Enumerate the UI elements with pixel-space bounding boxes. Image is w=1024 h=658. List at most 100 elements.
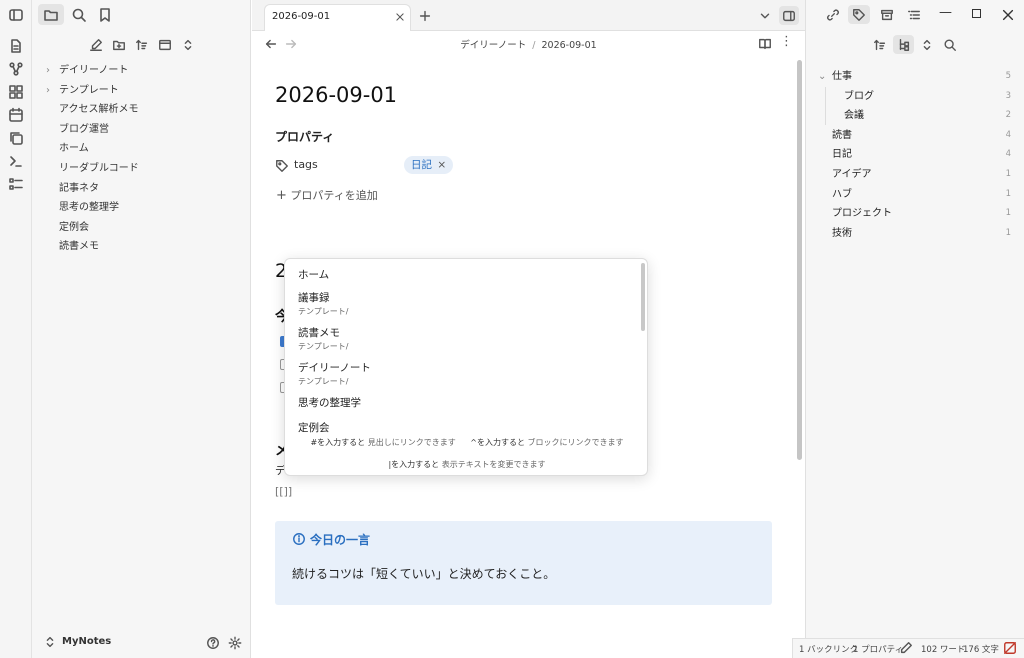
tree-folder[interactable]: › テンプレート	[46, 82, 119, 100]
archive-icon[interactable]	[877, 5, 897, 24]
tree-file[interactable]: ホーム	[59, 140, 89, 158]
tree-file[interactable]: 記事ネタ	[59, 180, 99, 198]
status-backlinks[interactable]: 1 バックリンク	[799, 643, 858, 655]
tree-file[interactable]: 思考の整理学	[59, 199, 119, 217]
suggestion-item[interactable]: 議事録 テンプレート/	[298, 290, 348, 317]
nested-tags-icon[interactable]	[893, 35, 914, 54]
link-suggestion-popup: ホーム 議事録 テンプレート/読書メモ テンプレート/デイリーノート テンプレート/思考…	[284, 258, 648, 476]
edit-mode-icon[interactable]	[899, 641, 913, 655]
search-icon[interactable]	[940, 35, 960, 54]
maximize-window-icon[interactable]	[972, 9, 981, 18]
suggestion-title: 議事録	[298, 292, 330, 304]
new-tab-icon[interactable]	[416, 7, 434, 25]
tree-file[interactable]: 読書メモ	[59, 238, 99, 256]
suggestion-item[interactable]: 思考の整理学	[298, 395, 361, 410]
expand-collapse-icon[interactable]	[917, 35, 937, 54]
tag-pane-item[interactable]: ⌄ 仕事 5	[806, 67, 1024, 86]
tag-pane-item[interactable]: プロジェクト 1	[806, 204, 1024, 223]
right-sidebar-toggle-icon[interactable]	[779, 6, 799, 25]
suggestion-item[interactable]: デイリーノート テンプレート/	[298, 360, 371, 387]
suggestion-item[interactable]: 読書メモ テンプレート/	[298, 325, 348, 352]
tag-name: プロジェクト	[832, 208, 892, 220]
vault-switch-icon[interactable]	[42, 634, 58, 650]
breadcrumb: デイリーノート / 2026-09-01	[252, 37, 805, 51]
list-icon[interactable]	[0, 172, 32, 195]
new-note-icon[interactable]	[86, 36, 106, 54]
breadcrumb-folder[interactable]: デイリーノート	[460, 40, 526, 51]
tree-folder[interactable]: › デイリーノート	[46, 62, 128, 80]
hint-text: ブロックにリンクできます	[527, 438, 624, 447]
tag-pane-item[interactable]: ハブ 1	[806, 185, 1024, 204]
tree-item-label: 思考の整理学	[59, 202, 119, 214]
chevron-down-icon[interactable]: ⌄	[818, 67, 826, 86]
copy-icon[interactable]	[0, 126, 32, 149]
more-options-icon[interactable]: ⋮	[780, 35, 793, 49]
editor-scrollbar[interactable]	[797, 60, 802, 460]
terminal-icon[interactable]	[0, 149, 32, 172]
tree-file[interactable]: ブログ運営	[59, 121, 109, 139]
tag-name: 日記	[832, 149, 852, 161]
suggestion-title: 思考の整理学	[298, 397, 361, 409]
link-input-line[interactable]: [[]]	[275, 485, 292, 498]
suggestion-title: ホーム	[298, 269, 330, 281]
tab-bar: 2026-09-01	[252, 0, 805, 31]
indent-guide	[825, 86, 826, 106]
folder-icon[interactable]	[38, 4, 64, 25]
suggestion-item[interactable]: ホーム	[298, 267, 329, 282]
sort-icon[interactable]	[870, 35, 890, 54]
tag-pane-item[interactable]: 会議 2	[806, 106, 1024, 126]
tree-file[interactable]: アクセス解析メモ	[59, 101, 139, 119]
close-window-icon[interactable]	[998, 5, 1018, 24]
tag-pane-item[interactable]: ブログ 3	[806, 86, 1024, 106]
expand-collapse-icon[interactable]	[178, 36, 198, 54]
tag-pane-item[interactable]: 日記 4	[806, 145, 1024, 164]
collapse-view-icon[interactable]	[155, 36, 175, 54]
tree-file[interactable]: 定例会	[59, 219, 89, 237]
chevron-right-icon[interactable]: ›	[46, 82, 50, 100]
tag-count: 5	[1005, 71, 1011, 81]
tag-pill[interactable]: 日記 ×	[404, 156, 454, 174]
graph-icon[interactable]	[0, 57, 32, 80]
new-folder-icon[interactable]	[109, 36, 129, 54]
chevron-right-icon[interactable]: ›	[46, 62, 50, 80]
tag-pane-item[interactable]: 技術 1	[806, 224, 1024, 243]
tag-count: 1	[1005, 227, 1011, 238]
reading-view-icon[interactable]	[756, 35, 774, 53]
vault-name[interactable]: MyNotes	[62, 636, 111, 647]
backlinks-icon[interactable]	[823, 5, 843, 24]
help-icon[interactable]	[204, 634, 222, 651]
note-title[interactable]: 2026-09-01	[275, 83, 397, 107]
sidebar-toggle-icon[interactable]	[0, 3, 32, 26]
sync-status-icon[interactable]	[1003, 641, 1017, 655]
tag-count: 3	[1005, 90, 1011, 101]
tag-pane-item[interactable]: 読書 4	[806, 126, 1024, 145]
close-tab-icon[interactable]	[393, 10, 407, 24]
tag-name: 技術	[832, 227, 852, 239]
settings-gear-icon[interactable]	[226, 634, 244, 651]
bookmark-icon[interactable]	[94, 4, 116, 25]
tab-active[interactable]: 2026-09-01	[264, 4, 411, 31]
tag-remove-icon[interactable]: ×	[437, 159, 446, 171]
tags-view-icon[interactable]	[848, 5, 870, 24]
status-word-count: 102 ワード	[921, 645, 966, 655]
status-properties[interactable]: 1 プロパティ	[853, 643, 903, 655]
suggestion-item[interactable]: 定例会	[298, 420, 330, 435]
search-icon[interactable]	[68, 4, 90, 25]
canvas-icon[interactable]	[0, 80, 32, 103]
outline-icon[interactable]	[904, 5, 924, 24]
callout-title: 今日の一言	[310, 533, 371, 547]
add-property-button[interactable]: + プロパティを追加	[276, 187, 378, 203]
tree-file[interactable]: リーダブルコード	[59, 160, 139, 178]
sort-icon[interactable]	[132, 36, 152, 54]
calendar-icon[interactable]	[0, 103, 32, 126]
minimize-window-icon[interactable]: —	[939, 5, 952, 20]
suggestion-path: テンプレート/	[298, 342, 349, 351]
suggest-scrollbar[interactable]	[641, 263, 645, 331]
properties-heading[interactable]: プロパティ	[275, 128, 334, 145]
tab-list-chevron-icon[interactable]	[756, 7, 774, 25]
tag-pane-item[interactable]: アイデア 1	[806, 165, 1024, 184]
property-key-tags[interactable]: tags	[294, 158, 318, 171]
tag-name: ブログ	[844, 90, 874, 102]
breadcrumb-file[interactable]: 2026-09-01	[541, 40, 596, 51]
file-icon[interactable]	[0, 34, 32, 57]
